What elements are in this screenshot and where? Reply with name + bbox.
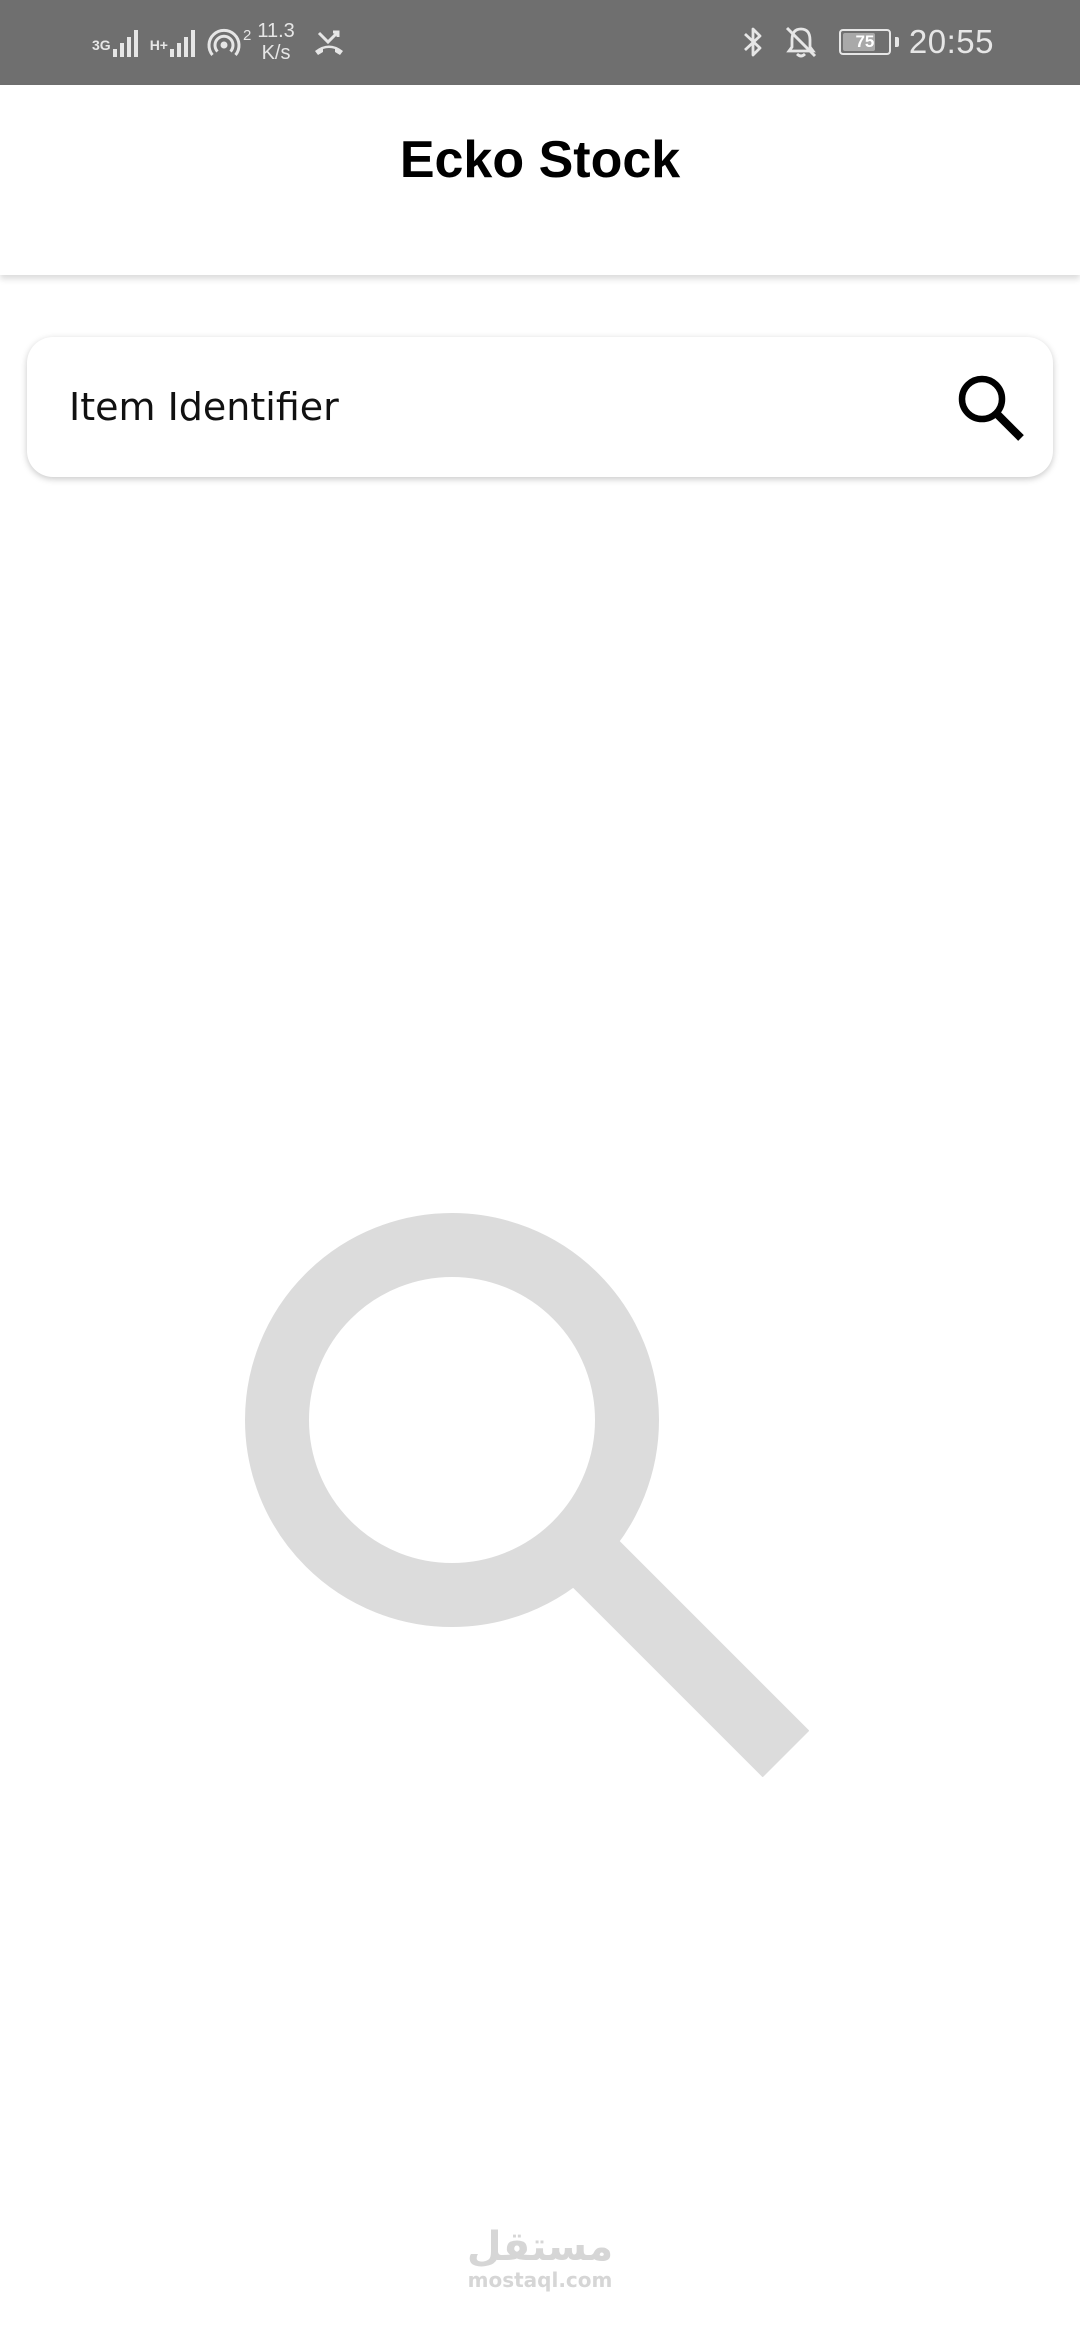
watermark: مستقل mostaql.com [440, 2225, 640, 2291]
network-speed: 11.3 K/s [257, 20, 294, 64]
signal-icon [169, 27, 195, 57]
search-input[interactable] [69, 337, 919, 477]
missed-call-icon [314, 30, 343, 55]
search-button[interactable] [944, 361, 1036, 453]
page-title: Ecko Stock [399, 130, 681, 189]
sim1-signal: 3G [92, 27, 138, 57]
status-left: 3G H+ 2 11.3 K/s [92, 14, 347, 70]
status-right: 75 20:55 [739, 14, 994, 70]
signal-icon [112, 27, 138, 57]
search-icon [245, 1213, 809, 1777]
hotspot-device-count: 2 [242, 27, 252, 44]
battery-tip [894, 37, 899, 47]
search-card [27, 337, 1053, 477]
watermark-latin: mostaql.com [467, 2268, 613, 2292]
bluetooth-icon [743, 27, 762, 57]
notifications-off-icon [785, 26, 816, 58]
app-bar: Ecko Stock [0, 85, 1080, 275]
watermark-arabic: مستقل [466, 2224, 614, 2270]
battery-percent: 75 [855, 32, 875, 51]
status-bar: 3G H+ 2 11.3 K/s 75 20:55 [0, 0, 1080, 85]
sim1-network-tag: 3G [92, 37, 111, 53]
status-time: 20:55 [908, 23, 994, 60]
sim2-signal: H+ [150, 27, 195, 57]
battery-icon: 75 [838, 29, 891, 55]
hotspot: 2 [207, 25, 251, 59]
network-speed-value: 11.3 [257, 20, 295, 42]
network-speed-unit: K/s [261, 42, 291, 64]
hotspot-icon [207, 28, 241, 56]
sim2-network-tag: H+ [149, 37, 168, 53]
search-icon [958, 375, 1024, 441]
